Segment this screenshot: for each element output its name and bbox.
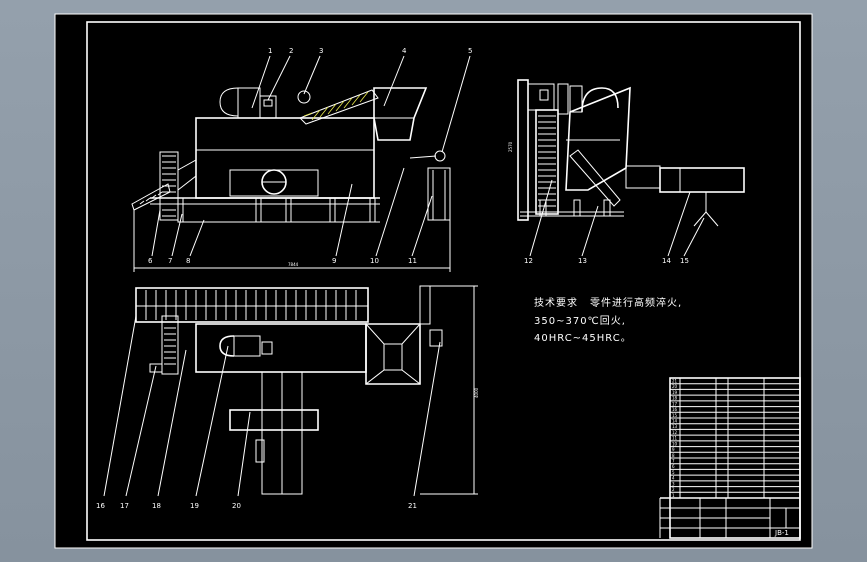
bom-row-number: 5: [672, 470, 675, 475]
bom-row-number: 18: [672, 396, 678, 401]
bom-row-number: 8: [672, 453, 675, 458]
balloon-11: 11: [408, 257, 417, 265]
bom-row-number: 15: [672, 413, 678, 418]
plan-view: 4000: [135, 285, 479, 495]
balloon-4: 4: [402, 47, 407, 55]
balloon-21: 21: [408, 502, 417, 510]
balloon-10: 10: [370, 257, 379, 265]
tech-req-line-1: 零件进行高频淬火,: [590, 296, 682, 309]
bom-row-number: 1: [672, 493, 675, 498]
plan-balloons: 16 17 18 19 20 21: [96, 315, 441, 510]
bom-row-number: 3: [672, 481, 675, 486]
balloon-14: 14: [662, 257, 671, 265]
bom-row-number: 20: [672, 384, 678, 389]
balloon-6: 6: [148, 257, 153, 265]
bom-row-number: 2: [672, 487, 675, 492]
bom-row-number: 9: [672, 447, 675, 452]
inspection-window: [229, 169, 319, 197]
bom-row-number: 7: [672, 459, 675, 464]
balloon-18: 18: [152, 502, 161, 510]
bom-row-number: 19: [672, 390, 678, 395]
bom-row-number: 10: [672, 441, 678, 446]
bom-row-number: 17: [672, 401, 678, 406]
bom-row-number: 16: [672, 407, 678, 412]
front-dimension: 7844: [288, 262, 299, 267]
balloon-12: 12: [524, 257, 533, 265]
feed-hopper: [373, 87, 428, 141]
tech-req-line-3: 40HRC~45HRC。: [534, 333, 632, 344]
balloon-2: 2: [289, 47, 293, 55]
balloon-16: 16: [96, 502, 105, 510]
bom-row-number: 4: [672, 476, 675, 481]
assembly-drawing: 7844 1 2 3 4 5 6 7 8 9 10 11 2570 12 13 …: [54, 13, 813, 549]
plan-conveyor: [135, 287, 369, 323]
bom-row-number: 6: [672, 464, 675, 469]
bom-row-number: 11: [672, 436, 678, 441]
balloon-1: 1: [268, 47, 272, 55]
tech-req-title: 技术要求: [534, 296, 578, 309]
bom-row-number: 12: [672, 430, 678, 435]
front-view: 7844: [131, 87, 451, 272]
plan-dimension: 4000: [474, 387, 479, 398]
side-dimension: 2570: [508, 141, 513, 152]
balloon-17: 17: [120, 502, 129, 510]
bom-row-number: 13: [672, 424, 678, 429]
title-block: 212019181716151413121110987654321 JB-1: [659, 377, 801, 539]
tech-req-line-2: 350~370℃回火,: [534, 315, 626, 327]
side-view: 2570: [508, 79, 745, 227]
balloon-19: 19: [190, 502, 199, 510]
cad-viewport[interactable]: 7844 1 2 3 4 5 6 7 8 9 10 11 2570 12 13 …: [0, 0, 867, 562]
drawing-number: JB-1: [774, 529, 789, 537]
bom-row-number: 21: [672, 379, 678, 384]
technical-requirements: 技术要求 零件进行高频淬火, 350~370℃回火, 40HRC~45HRC。: [534, 296, 682, 344]
bom-row-number: 14: [672, 419, 678, 424]
balloon-9: 9: [332, 257, 336, 265]
motor: [434, 150, 446, 162]
balloon-5: 5: [468, 47, 472, 55]
balloon-7: 7: [168, 257, 172, 265]
discharge-tube: [659, 167, 745, 193]
outer-frame: [54, 13, 813, 549]
balloon-8: 8: [186, 257, 190, 265]
balloon-15: 15: [680, 257, 689, 265]
balloon-20: 20: [232, 502, 241, 510]
balloon-13: 13: [578, 257, 587, 265]
inner-frame: [86, 21, 801, 541]
balloon-3: 3: [319, 47, 323, 55]
